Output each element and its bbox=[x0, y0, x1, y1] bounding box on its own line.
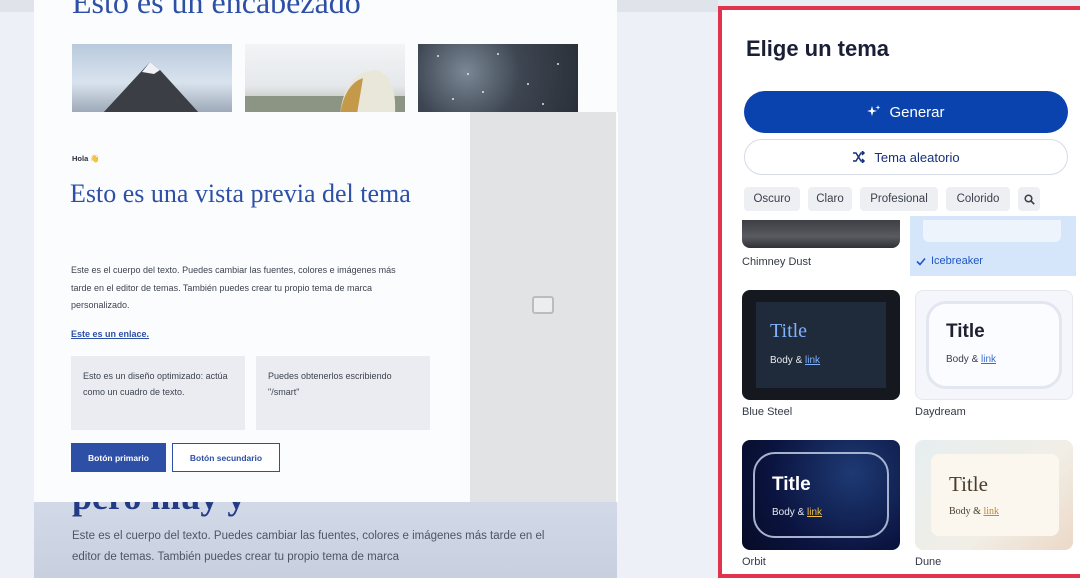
theme-sample-body: Body & link bbox=[772, 507, 823, 518]
primary-button[interactable]: Botón primario bbox=[71, 443, 166, 472]
random-theme-button[interactable]: Tema aleatorio bbox=[744, 139, 1068, 175]
panel-title: Elige un tema bbox=[746, 36, 890, 61]
check-icon bbox=[916, 257, 926, 266]
theme-sample-body: Body & link bbox=[946, 354, 997, 365]
theme-name: Chimney Dust bbox=[742, 256, 812, 268]
theme-name: Orbit bbox=[742, 556, 766, 568]
preview-link[interactable]: Este es un enlace. bbox=[71, 329, 149, 339]
theme-card-orbit[interactable]: Title Body & link bbox=[742, 440, 900, 550]
preview-body-text: Este es el cuerpo del texto. Puedes camb… bbox=[71, 265, 396, 310]
preview-greeting: Hola 👋 bbox=[72, 154, 100, 163]
tent-photo bbox=[245, 44, 405, 114]
sparkle-icon bbox=[867, 105, 881, 116]
theme-card-dune[interactable]: Title Body & link bbox=[915, 440, 1073, 550]
filter-search-button[interactable] bbox=[1018, 187, 1040, 211]
theme-thumbnail-chimney-dust[interactable] bbox=[742, 220, 900, 248]
filter-chip-colorido[interactable]: Colorido bbox=[946, 187, 1010, 211]
search-icon bbox=[1023, 193, 1035, 205]
filter-chip-profesional[interactable]: Profesional bbox=[860, 187, 938, 211]
theme-sample-body: Body & link bbox=[770, 355, 821, 366]
smart-layout-box: Esto es un diseño optimizado: actúa como… bbox=[71, 356, 245, 430]
theme-sample-body: Body & link bbox=[949, 506, 1000, 517]
theme-name: Icebreaker bbox=[931, 255, 983, 267]
theme-sample-title: Title bbox=[772, 474, 811, 495]
image-icon bbox=[532, 296, 554, 314]
theme-picker-panel: Elige un tema Generar Tema aleatorio Osc… bbox=[718, 6, 1080, 578]
theme-card-inner bbox=[926, 301, 1062, 389]
generate-button[interactable]: Generar bbox=[744, 91, 1068, 133]
generate-label: Generar bbox=[889, 103, 945, 121]
theme-name: Blue Steel bbox=[742, 406, 793, 418]
theme-name: Daydream bbox=[915, 406, 966, 418]
theme-name: Dune bbox=[915, 556, 942, 568]
theme-card-inner bbox=[756, 302, 886, 388]
filter-chip-claro[interactable]: Claro bbox=[808, 187, 852, 211]
theme-sample-title: Title bbox=[949, 472, 988, 496]
theme-sample-title: Title bbox=[770, 320, 808, 342]
slide-body-text: Este es el cuerpo del texto. Puedes camb… bbox=[72, 530, 545, 563]
preview-title: Esto es una vista previa del tema bbox=[70, 179, 411, 208]
theme-thumbnail-icebreaker bbox=[923, 220, 1061, 242]
theme-card-daydream[interactable]: Title Body & link bbox=[915, 290, 1073, 400]
smart-layout-box: Puedes obtenerlos escribiendo "/smart" bbox=[256, 356, 430, 430]
slide-heading: Esto es un encabezado bbox=[72, 0, 361, 20]
theme-card-blue-steel[interactable]: Title Body & link bbox=[742, 290, 900, 400]
slide-canvas[interactable]: Esto es un encabezado pero muy y Este es… bbox=[0, 0, 718, 578]
mountain-photo bbox=[72, 44, 232, 114]
secondary-button[interactable]: Botón secundario bbox=[172, 443, 280, 472]
theme-name-selected: Icebreaker bbox=[916, 255, 983, 267]
theme-sample-title: Title bbox=[946, 321, 985, 342]
night-sky-photo bbox=[418, 44, 578, 114]
random-theme-label: Tema aleatorio bbox=[874, 149, 960, 165]
shuffle-icon bbox=[853, 151, 866, 163]
filter-chip-oscuro[interactable]: Oscuro bbox=[744, 187, 800, 211]
